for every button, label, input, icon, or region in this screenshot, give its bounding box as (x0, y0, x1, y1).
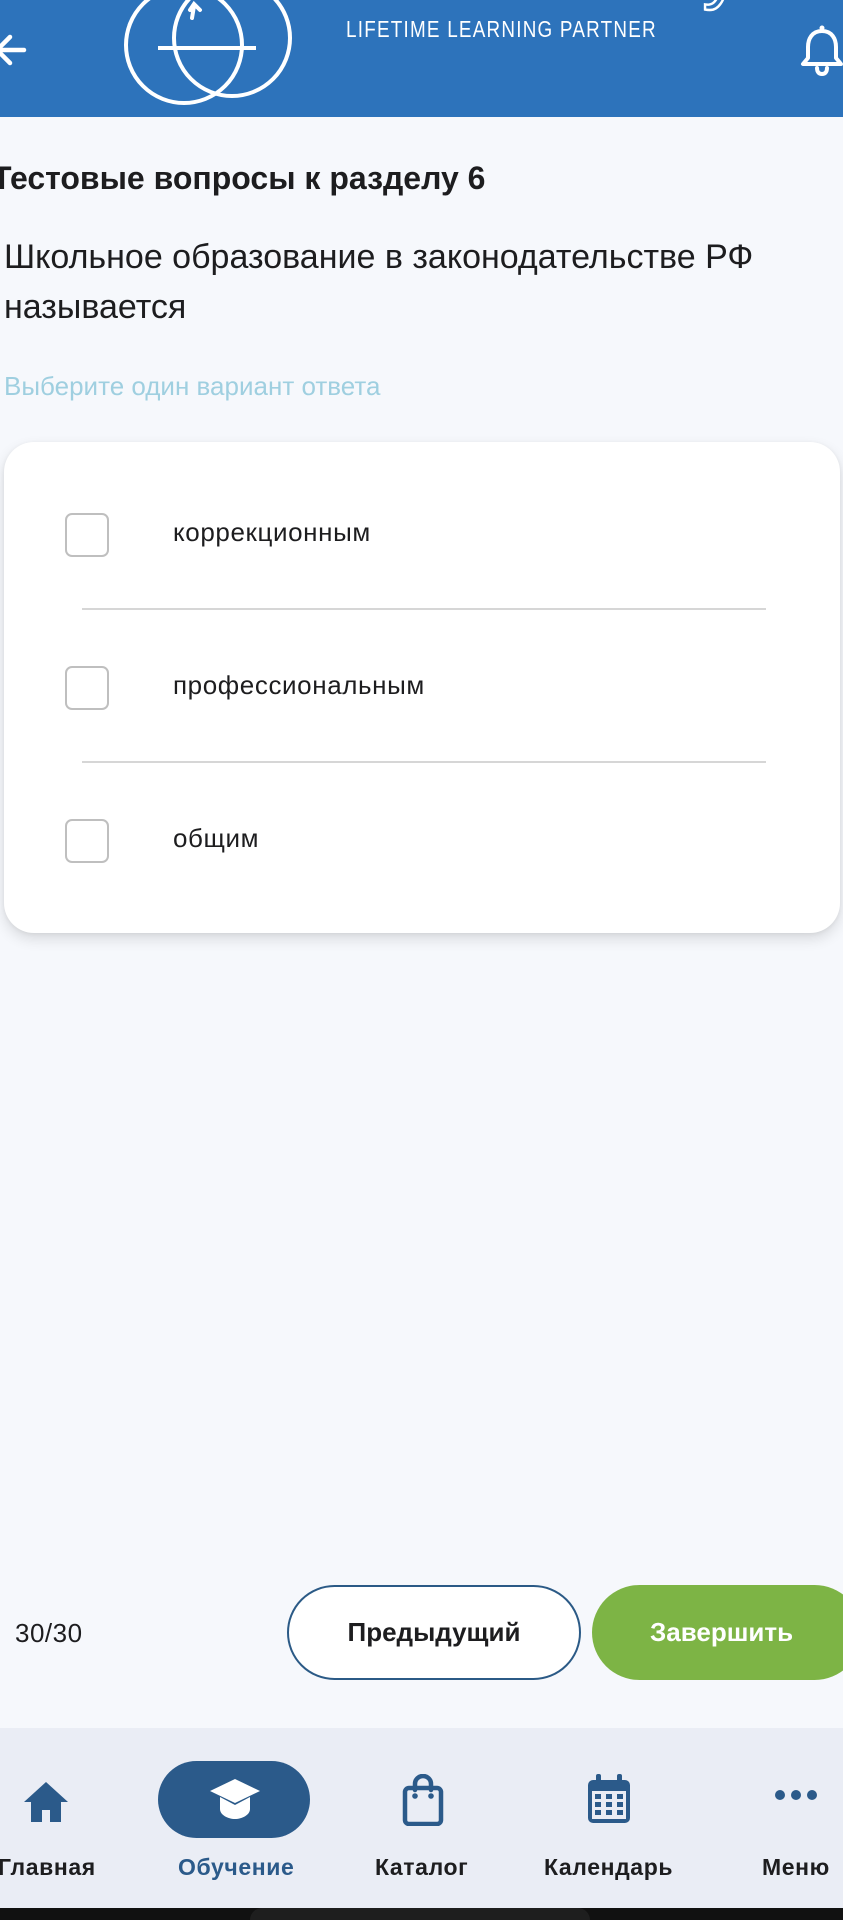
nav-label: Главная (0, 1854, 96, 1880)
question-counter: 30/30 (15, 1618, 83, 1648)
answer-option-1[interactable]: коррекционным (4, 479, 840, 589)
checkbox[interactable] (65, 666, 109, 710)
question-text: Школьное образование в законодательстве … (4, 238, 754, 326)
back-button[interactable] (0, 22, 34, 78)
checkbox[interactable] (65, 819, 109, 863)
previous-button[interactable]: Предыдущий (287, 1585, 581, 1680)
gesture-handle[interactable] (250, 1908, 590, 1920)
logo-mark-icon (124, 0, 292, 105)
nav-label: Каталог (375, 1854, 469, 1880)
brand-name: academcity (337, 0, 743, 13)
nav-label: Меню (762, 1854, 830, 1880)
home-icon (24, 1782, 68, 1822)
nav-label: Календарь (544, 1854, 674, 1880)
graduation-cap-icon (210, 1779, 260, 1819)
nav-item-learning[interactable]: Обучение (158, 1728, 310, 1908)
shopping-bag-icon (402, 1774, 444, 1826)
option-divider (82, 761, 766, 763)
section-title: Тестовые вопросы к разделу 6 (0, 160, 486, 196)
option-label: общим (173, 823, 260, 853)
app-header: academcity LIFETIME LEARNING PARTNER (0, 0, 843, 117)
academcity-logo: academcity LIFETIME LEARNING PARTNER (118, 0, 758, 110)
quiz-screen: academcity LIFETIME LEARNING PARTNER Тес… (0, 0, 843, 1920)
arrow-left-icon (0, 34, 27, 66)
finish-button[interactable]: Завершить (592, 1585, 843, 1680)
option-divider (82, 608, 766, 610)
answer-option-2[interactable]: профессиональным (4, 632, 840, 742)
option-label: коррекционным (173, 517, 371, 547)
answer-hint: Выберите один вариант ответа (4, 371, 381, 401)
nav-item-home[interactable]: Главная (0, 1728, 110, 1908)
nav-item-menu[interactable]: Меню (752, 1728, 843, 1908)
nav-item-calendar[interactable]: Календарь (540, 1728, 680, 1908)
nav-label: Обучение (178, 1854, 295, 1880)
option-label: профессиональным (173, 670, 425, 700)
answer-option-3[interactable]: общим (4, 785, 840, 895)
bell-icon (801, 25, 843, 77)
brand-tagline: LIFETIME LEARNING PARTNER (346, 16, 657, 42)
system-gesture-bar (0, 1908, 843, 1920)
checkbox[interactable] (65, 513, 109, 557)
calendar-icon (588, 1774, 630, 1823)
more-dots-icon (775, 1790, 817, 1800)
notifications-button[interactable] (798, 22, 843, 80)
bottom-navigation: Главная Обучение Каталог Календарь Меню (0, 1728, 843, 1908)
nav-item-catalog[interactable]: Каталог (370, 1728, 480, 1908)
